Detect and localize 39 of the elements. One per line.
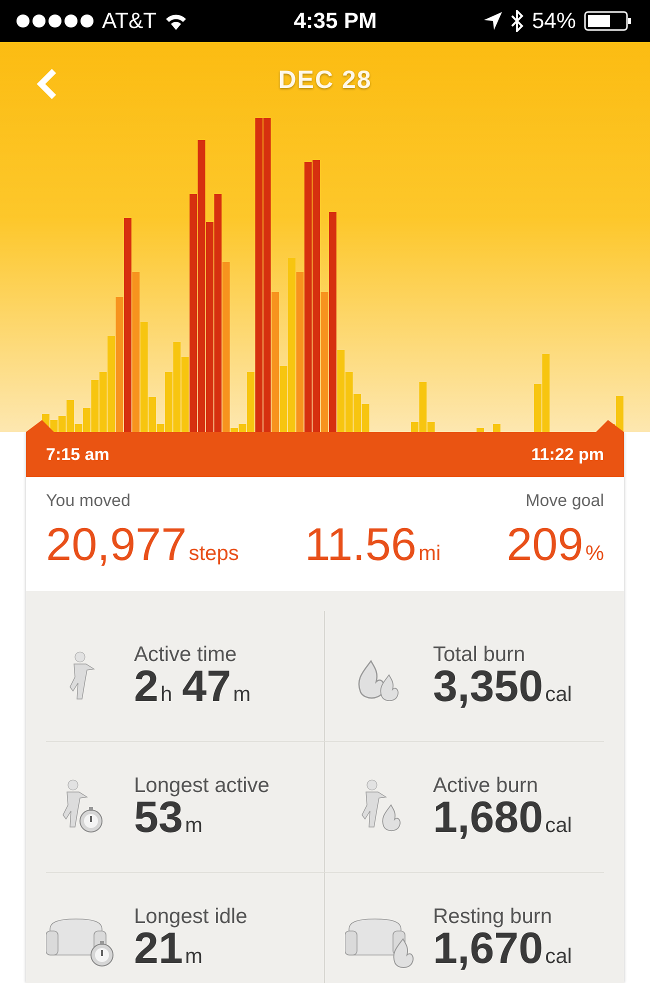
bluetooth-icon xyxy=(510,10,524,32)
battery-percent: 54% xyxy=(532,8,576,34)
metric-unit: steps xyxy=(188,542,239,566)
stat-unit: m xyxy=(233,684,251,704)
stat-label: Active burn xyxy=(433,774,540,796)
carrier-name: AT&T xyxy=(102,8,157,34)
stat-value: 3,350 xyxy=(433,664,544,708)
stat-unit: h xyxy=(160,684,172,704)
stat-unit: cal xyxy=(545,814,572,836)
stat-unit: m xyxy=(184,946,202,966)
start-time: 7:15 am xyxy=(46,444,110,464)
stat-value: 47 xyxy=(182,664,232,708)
stat-label: Longest active xyxy=(134,774,270,796)
clock-time: 4:35 PM xyxy=(294,8,377,34)
stat-label: Active time xyxy=(134,644,238,664)
wifi-icon xyxy=(164,12,187,30)
stat-label: Total burn xyxy=(433,644,526,664)
stat-label: Longest idle xyxy=(134,906,248,926)
metric-value: 20,977 xyxy=(46,517,187,571)
metric-value: 11.56 xyxy=(304,517,416,571)
moved-label: You moved xyxy=(46,491,130,511)
stat-value: 21 xyxy=(134,926,183,970)
metric-unit: mi xyxy=(418,542,441,566)
end-time: 11:22 pm xyxy=(531,444,604,464)
signal-icon xyxy=(16,14,94,28)
stat-unit: m xyxy=(184,814,202,836)
date-title: DEC 28 xyxy=(278,66,372,94)
metric-value: 209 xyxy=(506,517,584,571)
stat-value: 1,680 xyxy=(433,796,544,840)
stat-label: Resting burn xyxy=(433,906,554,926)
stat-unit: cal xyxy=(545,946,572,966)
goal-label: Move goal xyxy=(526,491,604,511)
battery-icon xyxy=(584,11,632,31)
metric-unit: % xyxy=(585,542,604,566)
stat-value: 53 xyxy=(134,796,183,840)
location-arrow-icon xyxy=(484,12,502,30)
stat-value: 1,670 xyxy=(433,926,544,970)
stat-unit: cal xyxy=(545,684,572,704)
stat-value: 2 xyxy=(134,664,158,708)
